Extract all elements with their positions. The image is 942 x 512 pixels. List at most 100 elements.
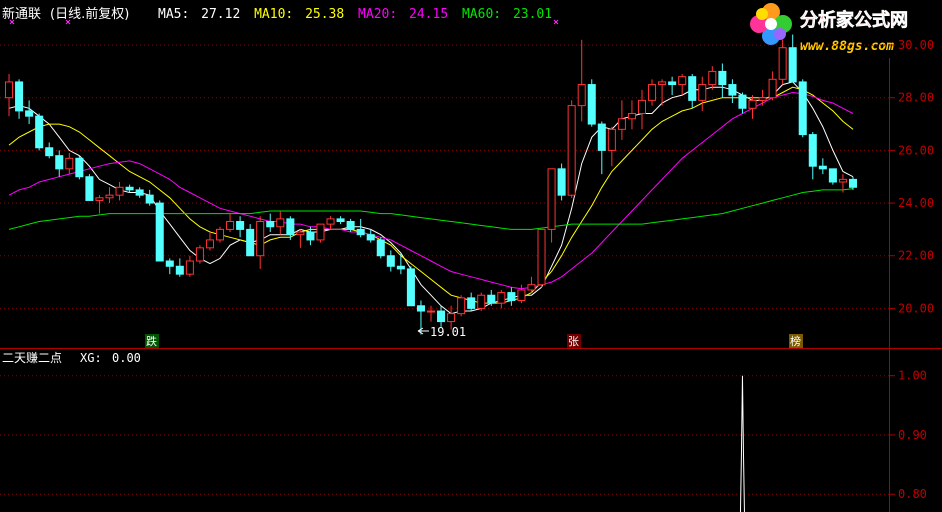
tag-fall-label: 跌 (146, 334, 157, 348)
candle-body (266, 221, 275, 228)
candle-body (587, 84, 596, 125)
candle-body (205, 239, 214, 249)
candle-body (768, 78, 777, 99)
indicator-tick-label: 1.00 (898, 369, 927, 383)
candle-body (648, 84, 657, 101)
ma10-value: 25.38 (305, 7, 344, 22)
price-tick-label: 26.00 (898, 143, 934, 157)
ma5-label: MA5: (158, 7, 189, 22)
logo-url: www.88gs.com (800, 39, 894, 54)
candle-body (537, 228, 546, 286)
candlestick (215, 226, 225, 243)
candlestick (537, 228, 546, 288)
candle-body (256, 221, 265, 257)
candle-body (517, 289, 526, 302)
candle-body (758, 97, 767, 101)
candle-body (617, 118, 626, 130)
candle-body (15, 81, 24, 112)
low-price-label: 19.01 (430, 325, 466, 339)
candle-body (577, 84, 586, 107)
candle-body (658, 81, 667, 86)
candle-body (105, 194, 114, 199)
candle-body (637, 99, 647, 115)
candle-body (396, 265, 405, 270)
price-tick-label: 30.00 (898, 38, 934, 52)
candle-body (607, 128, 616, 151)
candle-body (678, 76, 687, 86)
candle-body (75, 157, 84, 178)
candle-body (497, 292, 506, 304)
candle-body (457, 297, 466, 315)
candle-body (778, 47, 787, 80)
candle-body (597, 123, 606, 151)
stock-name: 新通联 (2, 6, 41, 22)
candlestick (85, 174, 94, 201)
candle-body (286, 218, 295, 236)
candle-body (85, 176, 94, 201)
candlestick (195, 245, 204, 264)
candle-body (507, 292, 516, 302)
candle-body (25, 110, 34, 117)
candle-body (125, 186, 134, 191)
indicator-name: 二天赚二点 (2, 350, 62, 365)
candle-body (165, 260, 174, 267)
candlestick (457, 295, 466, 317)
indicator-xg-value: 0.00 (112, 351, 141, 365)
ma5-value: 27.12 (201, 7, 240, 22)
candlestick (587, 79, 596, 127)
candle-body (306, 231, 315, 241)
candle-body (838, 178, 847, 183)
candle-body (175, 265, 184, 275)
candle-body (848, 178, 857, 188)
indicator-tick-label: 0.80 (898, 487, 927, 501)
candlestick (567, 100, 576, 198)
indicator-tick-label: 0.90 (898, 428, 927, 442)
candle-body (748, 99, 757, 109)
candle-body (386, 255, 395, 267)
candle-body (226, 221, 235, 230)
candlestick (376, 237, 385, 259)
candle-body (557, 168, 566, 196)
candle-body (336, 218, 345, 223)
candle-body (185, 260, 194, 275)
candle-body (406, 268, 415, 307)
candle-body (547, 168, 556, 230)
candle-body (527, 284, 536, 291)
candle-body (296, 231, 305, 236)
tag-rise: 张 (567, 334, 581, 348)
candle-body (115, 186, 124, 196)
candle-body (668, 81, 677, 86)
candle-body (627, 113, 636, 120)
candle-body (95, 197, 104, 201)
ma20-value: 24.15 (409, 7, 448, 22)
candle-body (276, 218, 285, 228)
candle-body (828, 168, 837, 183)
candle-body (135, 189, 144, 196)
tag-list-label: 榜 (790, 334, 801, 348)
candle-body (487, 294, 496, 304)
candle-body (788, 47, 797, 83)
candle-body (35, 115, 44, 149)
candle-body (195, 247, 204, 262)
candlestick (828, 168, 837, 185)
candle-body (728, 84, 737, 96)
chart-stage: 新通联 (日线.前复权) MA5: 27.12 MA10: 25.38 MA20… (0, 0, 942, 512)
tag-rise-label: 张 (568, 335, 579, 348)
candle-body (65, 157, 74, 170)
logo-title: 分析家公式网 (800, 9, 908, 31)
candle-body (145, 194, 154, 204)
candle-body (426, 310, 436, 313)
candle-body (55, 155, 64, 170)
candlestick (35, 113, 44, 151)
candle-body (808, 134, 817, 167)
ma60-value: 23.01 (513, 7, 552, 22)
candle-body (366, 234, 375, 241)
price-tick-label: 24.00 (898, 196, 934, 210)
price-tick-label: 28.00 (898, 91, 934, 105)
candle-body (718, 70, 727, 86)
candle-body (356, 228, 365, 236)
candle-body (376, 239, 385, 257)
candle-body (688, 76, 697, 101)
candlestick (798, 79, 807, 138)
candle-body (155, 202, 164, 262)
